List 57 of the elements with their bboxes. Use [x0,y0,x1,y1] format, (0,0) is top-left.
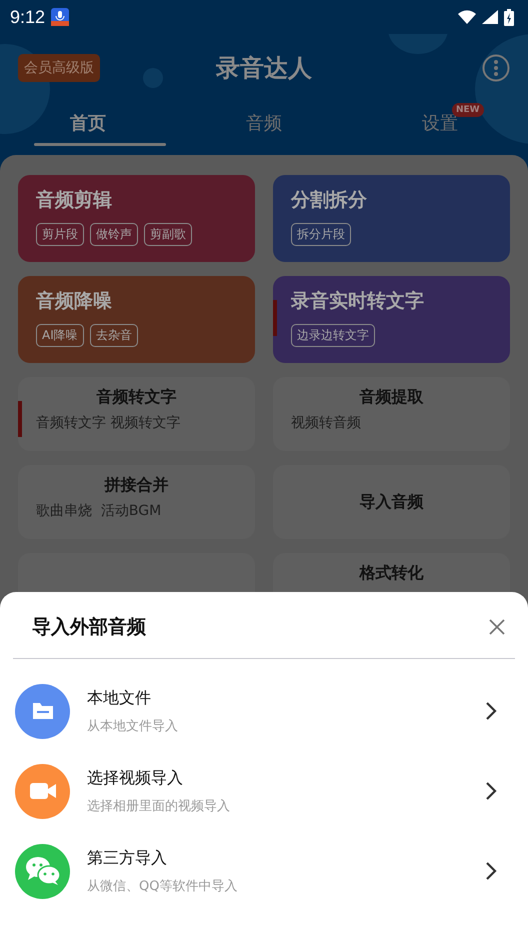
feature-title: 音频降噪 [36,289,113,314]
tool-card[interactable]: 拼接合并 歌曲串烧 活动BGM [18,465,255,539]
tool-title: 音频转文字 [96,387,178,408]
option-title: 选择视频导入 [87,768,184,788]
chevron-right-icon [484,700,498,722]
import-option[interactable]: 本地文件 从本地文件导入 [0,671,528,751]
feature-tag: AI降噪 [36,324,84,347]
status-time: 9:12 [10,6,46,28]
option-subtitle: 从本地文件导入 [87,718,179,734]
tool-subtitle: 音频转文字 视频转文字 [36,414,182,432]
signal-icon [482,10,498,24]
app-title: 录音达人 [216,53,312,84]
tool-title: 拼接合并 [103,475,170,496]
more-icon[interactable] [482,54,510,82]
feature-title: 音频剪辑 [36,188,113,213]
tool-subtitle: 视频转音频 [291,414,362,432]
feature-card[interactable]: 录音实时转文字 边录边转文字 [273,276,510,363]
tool-card[interactable]: 音频提取 视频转音频 [273,377,510,451]
feature-tag: 剪片段 [36,223,84,246]
option-title: 本地文件 [87,688,152,708]
feature-tag: 拆分片段 [291,223,351,246]
membership-badge[interactable]: 会员高级版 [18,54,100,82]
feature-card[interactable]: 分割拆分 拆分片段 [273,175,510,262]
tab[interactable]: 设置 NEW [352,94,528,152]
tab[interactable]: 音频 [176,94,352,152]
tool-title: 导入音频 [358,492,424,512]
chat-bubbles-icon [24,856,60,886]
feature-title: 录音实时转文字 [291,289,425,314]
folder-icon [30,701,54,721]
feature-tag: 剪副歌 [144,223,192,246]
tool-card[interactable]: 导入音频 [273,465,510,539]
feature-title: 分割拆分 [291,188,368,213]
option-title: 第三方导入 [87,848,168,868]
option-subtitle: 从微信、QQ等软件中导入 [87,878,238,894]
tool-card[interactable]: 音频转文字 音频转文字 视频转文字 [18,377,255,451]
new-badge: NEW [452,103,484,117]
wifi-icon [458,10,476,24]
import-option[interactable]: 选择视频导入 选择相册里面的视频导入 [0,751,528,831]
feature-card[interactable]: 音频剪辑 剪片段 做铃声 剪副歌 [18,175,255,262]
battery-charging-icon [504,8,514,26]
chevron-right-icon [484,780,498,802]
feature-tag: 去杂音 [90,324,138,347]
feature-tag: 做铃声 [90,223,138,246]
tool-title: 格式转化 [358,563,424,584]
feature-card[interactable]: 音频降噪 AI降噪 去杂音 [18,276,255,363]
sheet-title: 导入外部音频 [32,615,146,640]
accent-bar [273,300,277,336]
feature-tag: 边录边转文字 [291,324,375,347]
option-subtitle: 选择相册里面的视频导入 [87,798,231,814]
accent-bar [18,401,22,437]
microphone-app-icon [51,8,70,26]
video-camera-icon [30,782,56,800]
tool-subtitle: 歌曲串烧 活动BGM [36,502,162,520]
import-option[interactable]: 第三方导入 从微信、QQ等软件中导入 [0,831,528,911]
tool-title: 音频提取 [358,387,424,408]
tab[interactable]: 首页 [0,94,176,152]
chevron-right-icon [484,860,498,882]
